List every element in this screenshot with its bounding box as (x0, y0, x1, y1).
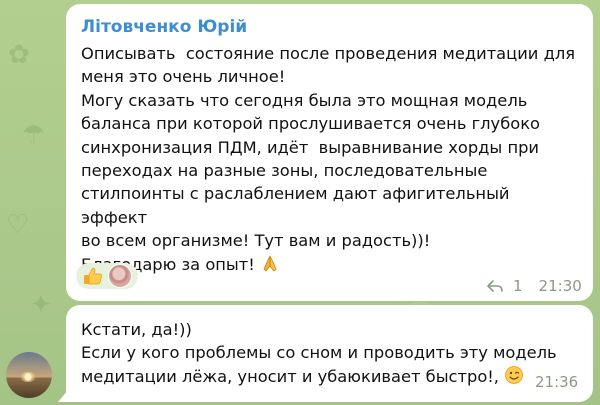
reactions-bar[interactable] (76, 263, 138, 289)
message-line: Кстати, да!)) (81, 320, 192, 339)
message-time: 21:36 (535, 373, 579, 391)
folded-hands-icon (263, 255, 277, 272)
message-line: медитации лёжа, уносит и убаюкивает быст… (81, 366, 505, 386)
message-text-2: Кстати, да!)) Если у кого проблемы со сн… (81, 318, 578, 388)
message-line: стилпоинты с раслаблением дают афигитель… (81, 184, 520, 227)
message-line: во всем организме! Тут вам и радость))! (81, 231, 431, 251)
message-meta-1: 1 21:30 (487, 277, 582, 295)
message-bubble-1[interactable]: Літовченко Юрій Описывать состояние посл… (66, 4, 593, 301)
message-line: Могу сказать что сегодня была это мощная… (81, 90, 528, 110)
bubble-tail (58, 390, 68, 402)
message-text-1: Описывать состояние после проведения мед… (81, 42, 578, 276)
message-line: меня это очень личное! (81, 67, 286, 87)
message-time: 21:30 (538, 277, 582, 295)
background-doodle: ☂ (22, 120, 46, 150)
background-doodle: ✿ (8, 40, 30, 70)
background-doodle: ♡ (6, 210, 30, 240)
message-bubble-2[interactable]: Кстати, да!)) Если у кого проблемы со сн… (66, 305, 593, 402)
background-doodle: ✦ (30, 290, 52, 320)
reply-count[interactable]: 1 (513, 277, 523, 295)
message-meta-2: 21:36 (535, 373, 578, 391)
reply-icon[interactable] (487, 279, 503, 293)
message-line: Если у кого проблемы со сном и проводить… (81, 343, 557, 363)
message-line: Описывать состояние после проведения мед… (81, 44, 576, 63)
sunset-icon (20, 372, 36, 382)
message-line: баланса при которой прослушивается очень… (81, 114, 540, 134)
message-line: синхронизация ПДМ, идёт выравнивание хор… (81, 137, 540, 157)
sender-avatar[interactable] (6, 352, 52, 398)
sender-name[interactable]: Літовченко Юрій (81, 16, 578, 38)
winking-face-icon (505, 365, 524, 384)
reactor-avatar[interactable] (108, 264, 132, 288)
message-line: переходах на разные зоны, последовательн… (81, 161, 488, 181)
thumbs-up-icon[interactable] (82, 265, 104, 287)
